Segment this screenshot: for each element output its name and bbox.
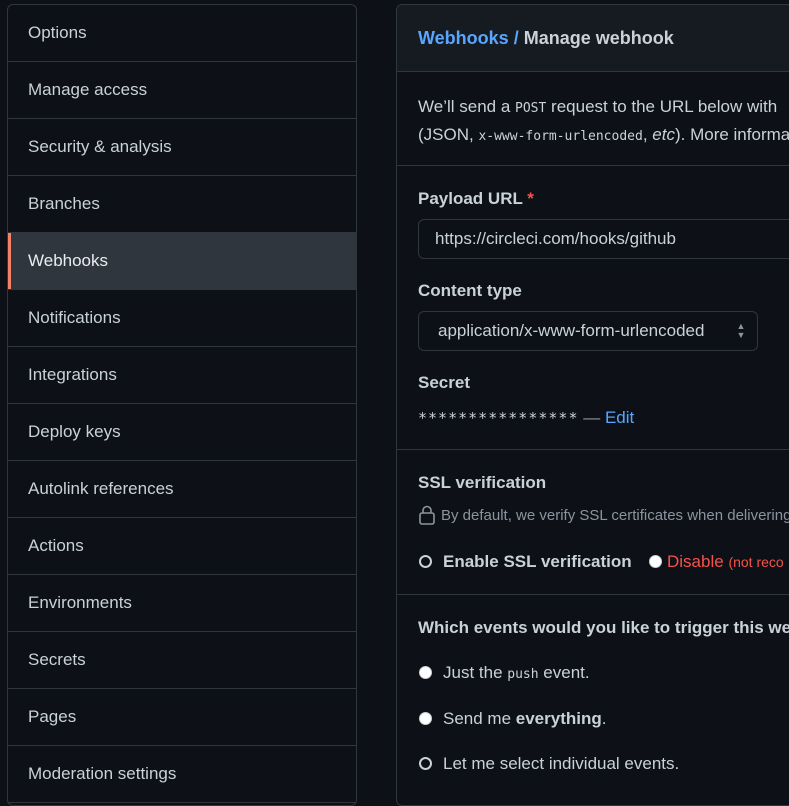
event-individual-label[interactable]: Let me select individual events.: [443, 754, 679, 774]
sidebar-item-branches[interactable]: Branches: [8, 176, 356, 233]
ssl-disable-label[interactable]: Disable (not reco: [667, 552, 784, 572]
event-push-label[interactable]: Just the push event.: [443, 663, 590, 683]
sidebar-item-security-analysis[interactable]: Security & analysis: [8, 119, 356, 176]
sidebar-item-actions[interactable]: Actions: [8, 518, 356, 575]
sidebar-item-notifications[interactable]: Notifications: [8, 290, 356, 347]
sidebar-item-label: Notifications: [28, 308, 121, 327]
section-divider: [397, 449, 789, 450]
breadcrumb: Webhooks / Manage webhook: [397, 5, 789, 72]
intro-text: We’ll send a: [418, 97, 516, 116]
content-type-code: x-www-form-urlencoded: [478, 129, 643, 144]
settings-sidebar: Options Manage access Security & analysi…: [7, 4, 357, 806]
sidebar-item-autolink-references[interactable]: Autolink references: [8, 461, 356, 518]
ssl-disable-note: (not reco: [728, 554, 784, 570]
sidebar-item-pages[interactable]: Pages: [8, 689, 356, 746]
sidebar-item-label: Pages: [28, 707, 77, 726]
sidebar-item-label: Actions: [28, 536, 84, 555]
more-information-link[interactable]: ). More informa: [675, 125, 789, 144]
sidebar-item-label: Branches: [28, 194, 100, 213]
lock-icon: [419, 505, 435, 525]
event-push-text: Just the: [443, 663, 508, 682]
breadcrumb-webhooks-link[interactable]: Webhooks: [418, 28, 509, 49]
event-everything-text: Send me: [443, 709, 516, 728]
payload-url-label: Payload URL *: [418, 189, 534, 209]
intro-text: ,: [642, 125, 653, 144]
intro-text: (JSON,: [418, 125, 479, 144]
sidebar-item-label: Deploy keys: [28, 422, 121, 441]
sidebar-item-label: Secrets: [28, 650, 86, 669]
content-type-value: application/x-www-form-urlencoded: [438, 321, 705, 340]
sidebar-item-label: Moderation settings: [28, 764, 177, 783]
events-question: Which events would you like to trigger t…: [418, 618, 789, 637]
event-everything-radio[interactable]: [419, 712, 432, 725]
event-individual-radio[interactable]: [419, 757, 432, 770]
event-everything-label[interactable]: Send me everything.: [443, 709, 606, 729]
secret-masked-value: ****************: [418, 409, 579, 427]
secret-label: Secret: [418, 373, 470, 392]
select-arrows-icon: ▲ ▼: [736, 321, 746, 340]
page-title: Manage webhook: [523, 27, 674, 48]
payload-url-input[interactable]: https://circleci.com/hooks/github: [418, 219, 789, 259]
push-code: push: [507, 667, 539, 682]
sidebar-item-label: Environments: [28, 593, 132, 612]
sidebar-item-label: Options: [28, 23, 87, 42]
ssl-description-row: By default, we verify SSL certificates w…: [418, 505, 789, 525]
sidebar-item-label: Manage access: [28, 80, 148, 99]
intro-text: request to the URL below with: [546, 97, 778, 116]
intro-line-1: We’ll send a POST request to the URL bel…: [418, 97, 777, 117]
payload-url-value: https://circleci.com/hooks/github: [435, 229, 676, 248]
event-push-radio[interactable]: [419, 666, 432, 679]
sidebar-item-options[interactable]: Options: [8, 5, 356, 62]
event-push-text: event.: [538, 663, 590, 682]
secret-row: **************** — Edit: [418, 408, 634, 428]
webhook-panel: Webhooks / Manage webhook We’ll send a P…: [396, 4, 789, 806]
ssl-verification-label: SSL verification: [418, 473, 547, 492]
sidebar-item-label: Security & analysis: [28, 137, 172, 156]
ssl-disable-text: Disable: [667, 552, 724, 571]
sidebar-item-secrets[interactable]: Secrets: [8, 632, 356, 689]
sidebar-item-integrations[interactable]: Integrations: [8, 347, 356, 404]
required-mark: *: [527, 189, 534, 208]
intro-emphasis: etc: [652, 125, 675, 144]
ssl-disable-radio[interactable]: [649, 555, 662, 568]
section-divider: [397, 165, 789, 166]
breadcrumb-separator: /: [513, 27, 519, 48]
sidebar-item-moderation-settings[interactable]: Moderation settings: [8, 746, 356, 803]
payload-url-label-text: Payload URL: [418, 189, 523, 208]
event-everything-text: .: [601, 709, 607, 728]
sidebar-item-manage-access[interactable]: Manage access: [8, 62, 356, 119]
section-divider: [397, 594, 789, 595]
secret-edit-link[interactable]: Edit: [605, 408, 634, 427]
ssl-enable-label[interactable]: Enable SSL verification: [443, 552, 632, 572]
content-type-select[interactable]: application/x-www-form-urlencoded ▲ ▼: [418, 311, 758, 351]
sidebar-item-label: Webhooks: [28, 251, 109, 270]
content-type-label: Content type: [418, 281, 522, 300]
sidebar-item-environments[interactable]: Environments: [8, 575, 356, 632]
event-everything-bold: everything: [515, 709, 602, 728]
sidebar-item-label: Autolink references: [28, 479, 174, 498]
secret-dash: —: [583, 408, 601, 427]
sidebar-item-webhooks[interactable]: Webhooks: [8, 233, 356, 290]
post-code: POST: [515, 101, 547, 116]
ssl-description: By default, we verify SSL certificates w…: [441, 506, 789, 524]
sidebar-item-label: Integrations: [28, 365, 117, 384]
ssl-enable-radio[interactable]: [419, 555, 432, 568]
intro-line-2: (JSON, x-www-form-urlencoded, etc). More…: [418, 125, 789, 145]
sidebar-item-deploy-keys[interactable]: Deploy keys: [8, 404, 356, 461]
